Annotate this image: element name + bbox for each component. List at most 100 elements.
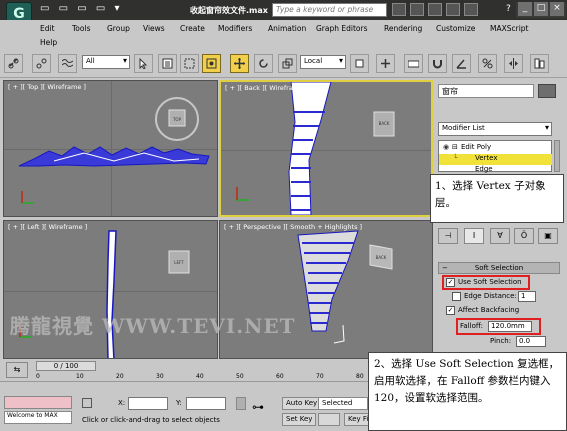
key-icon[interactable]: ⊶ [252, 400, 264, 414]
crossing-icon [206, 58, 217, 69]
keyboard-shortcut-button[interactable] [404, 54, 423, 73]
mirror-button[interactable] [504, 54, 523, 73]
bind-space-warp-button[interactable] [58, 54, 77, 73]
make-unique-icon[interactable]: ∀ [490, 228, 510, 244]
menu-customize[interactable]: Customize [436, 24, 475, 33]
expand-icon[interactable]: ⊟ [452, 143, 458, 151]
window-crossing-button[interactable] [202, 54, 221, 73]
lightbulb-icon[interactable]: ◉ [443, 143, 449, 151]
soft-selection-rollout-header[interactable]: − Soft Selection [438, 262, 560, 274]
pinch-label: Pinch: [490, 337, 512, 345]
highlight-box [442, 275, 530, 290]
maxscript-output[interactable]: Welcome to MAX [4, 411, 72, 424]
binoculars-icon[interactable] [392, 3, 406, 16]
menu-edit[interactable]: Edit [40, 24, 55, 33]
menu-views[interactable]: Views [143, 24, 165, 33]
tree-line-icon: └ [453, 154, 458, 162]
cursor-icon [139, 58, 148, 69]
menu-animation[interactable]: Animation [268, 24, 306, 33]
affect-backfacing-checkbox[interactable]: ✓ [446, 306, 455, 315]
select-by-name-button[interactable] [158, 54, 177, 73]
object-name-field[interactable]: 窗帘 [438, 84, 534, 98]
stack-item-edit-poly[interactable]: ◉ ⊟ Edit Poly [439, 143, 552, 154]
select-scale-button[interactable] [278, 54, 297, 73]
affect-backfacing-label: Affect Backfacing [458, 306, 520, 314]
time-slider[interactable]: 0 / 100 [36, 361, 96, 371]
menu-group[interactable]: Group [107, 24, 130, 33]
key-mode-dropdown[interactable]: Selected [318, 397, 368, 410]
select-rotate-button[interactable] [254, 54, 273, 73]
minimize-button[interactable]: _ [518, 2, 532, 16]
show-end-result-icon[interactable]: I [464, 228, 484, 244]
edge-distance-spinner[interactable]: 1 [518, 291, 536, 302]
viewcube-back-label: BACK [379, 121, 390, 126]
set-key-button[interactable]: Set Key [282, 413, 317, 426]
default-tangent-icon[interactable] [318, 413, 340, 426]
select-object-button[interactable] [134, 54, 153, 73]
reference-coord-dropdown[interactable]: Local [300, 55, 346, 69]
unlink-button[interactable] [32, 54, 51, 73]
help-menu-icon[interactable] [464, 3, 478, 16]
remove-modifier-icon[interactable]: Ö [514, 228, 534, 244]
window-title: 收起窗帘效文件.max [190, 6, 268, 15]
viewport-label[interactable]: [ + ][ Top ][ Wireframe ] [8, 83, 86, 91]
close-button[interactable]: × [550, 2, 564, 16]
y-coord-label: Y: [176, 399, 182, 407]
maxscript-listener-mini[interactable] [4, 396, 72, 409]
menu-graph-editors[interactable]: Graph Editors [316, 24, 368, 33]
subscription-icon[interactable] [410, 3, 424, 16]
rectangle-region-icon [184, 58, 195, 69]
menu-tools[interactable]: Tools [72, 24, 90, 33]
viewport-label[interactable]: [ + ][ Back ][ Wireframe ] [225, 84, 308, 92]
viewport-top[interactable]: TOP [ + ][ Top ][ Wireframe ] [3, 80, 218, 217]
y-coord-field[interactable] [186, 397, 226, 410]
menu-modifiers[interactable]: Modifiers [218, 24, 252, 33]
angle-snap-button[interactable] [452, 54, 471, 73]
window-controls: _ □ × [516, 2, 566, 18]
lock-icon[interactable] [82, 398, 92, 408]
auto-key-button[interactable]: Auto Key [282, 397, 322, 410]
percent-snap-button[interactable] [478, 54, 497, 73]
selection-filter-dropdown[interactable]: All [82, 55, 130, 69]
viewcube-top-label: TOP [172, 117, 182, 122]
pin-stack-icon[interactable]: ⊣ [438, 228, 458, 244]
search-input[interactable]: Type a keyword or phrase [272, 3, 387, 17]
favorites-icon[interactable] [446, 3, 460, 16]
configure-sets-icon[interactable]: ▣ [538, 228, 558, 244]
quick-access-toolbar[interactable]: ▭ ▭ ▭ ▭ ▾ [40, 3, 123, 14]
menu-help[interactable]: Help [40, 38, 57, 47]
magnet-icon [433, 60, 442, 69]
select-move-button[interactable] [230, 54, 249, 73]
highlight-box [456, 318, 541, 335]
region-select-button[interactable] [180, 54, 199, 73]
menu-maxscript[interactable]: MAXScript [490, 24, 529, 33]
stack-item-vertex[interactable]: └ Vertex [439, 154, 552, 165]
viewport-label[interactable]: [ + ][ Perspective ][ Smooth + Highlight… [224, 223, 362, 231]
infocenter-icons [392, 3, 502, 17]
help-icon[interactable]: ? [506, 4, 511, 14]
percent-icon [482, 58, 493, 69]
align-button[interactable] [530, 54, 549, 73]
mini-curve-editor-icon[interactable]: ⇆ [6, 362, 28, 378]
modifier-stack: ◉ ⊟ Edit Poly └ Vertex Edge [438, 140, 552, 173]
pivot-center-button[interactable] [350, 54, 369, 73]
communication-icon[interactable] [428, 3, 442, 16]
viewport-back[interactable]: BACK [ + ][ Back ][ Wireframe ] [219, 80, 433, 217]
curtain-top-wireframe: TOP [18, 97, 210, 204]
pinch-spinner[interactable]: 0.0 [516, 336, 546, 347]
viewport-label[interactable]: [ + ][ Left ][ Wireframe ] [8, 223, 87, 231]
z-coord-stub[interactable] [236, 397, 246, 410]
edge-distance-checkbox[interactable] [452, 292, 461, 301]
snaps-toggle-button[interactable] [428, 54, 447, 73]
undo-button[interactable] [4, 54, 23, 73]
object-color-swatch[interactable] [538, 84, 556, 98]
menu-rendering[interactable]: Rendering [384, 24, 422, 33]
main-toolbar: All Local [0, 48, 567, 78]
modifier-list-dropdown[interactable]: Modifier List [438, 122, 552, 136]
x-coord-field[interactable] [128, 397, 168, 410]
keyboard-icon [408, 60, 419, 68]
menu-create[interactable]: Create [180, 24, 205, 33]
maximize-button[interactable]: □ [534, 2, 548, 16]
select-manipulate-button[interactable] [376, 54, 395, 73]
stack-scrollbar[interactable] [554, 140, 560, 172]
